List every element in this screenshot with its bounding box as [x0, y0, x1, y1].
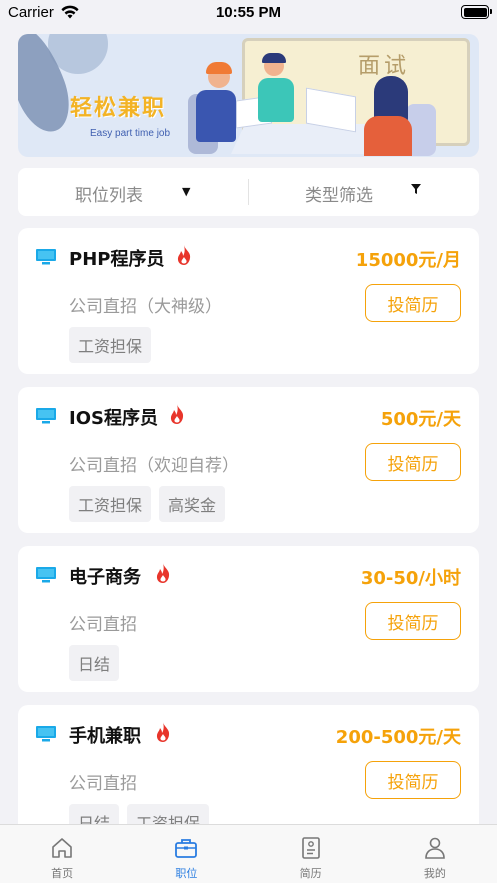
banner-board-title: 面试: [358, 54, 411, 79]
job-company: 公司直招: [69, 774, 137, 794]
banner-brand: 轻松兼职: [70, 96, 167, 121]
flame-icon: [170, 404, 184, 424]
tab-jobs[interactable]: 职位: [124, 825, 248, 883]
triangle-down-icon: ▼: [182, 185, 191, 198]
tab-label: 简历: [299, 867, 322, 880]
person-illustration: [364, 116, 412, 156]
job-company: 公司直招: [69, 615, 137, 635]
job-tags: 工资担保 高奖金: [69, 486, 226, 522]
tab-bar: 首页 职位 简历 我的: [0, 824, 497, 883]
type-filter[interactable]: 类型筛选: [249, 168, 479, 216]
job-salary: 30-50/小时: [360, 568, 461, 589]
tab-resume[interactable]: 简历: [249, 825, 373, 883]
job-tag: 高奖金: [159, 486, 226, 522]
tab-mine[interactable]: 我的: [373, 825, 497, 883]
position-list-filter[interactable]: 职位列表 ▼: [18, 168, 248, 216]
monitor-icon: [36, 249, 56, 265]
monitor-icon: [36, 567, 56, 583]
tab-label: 职位: [175, 867, 198, 880]
apply-resume-button[interactable]: 投简历: [365, 284, 461, 322]
job-tag: 工资担保: [69, 486, 152, 522]
person-illustration: [196, 90, 236, 142]
user-icon: [425, 837, 445, 859]
job-tags: 日结: [69, 645, 120, 681]
home-icon: [52, 838, 72, 858]
status-bar: Carrier 10:55 PM: [0, 0, 497, 26]
job-title: PHP程序员: [69, 249, 165, 270]
funnel-icon: [411, 184, 421, 197]
filter-label: 类型筛选: [305, 186, 373, 206]
apply-resume-button[interactable]: 投简历: [365, 761, 461, 799]
apply-resume-button[interactable]: 投简历: [365, 602, 461, 640]
job-card[interactable]: PHP程序员 15000元/月 公司直招（大神级） 投简历 工资担保: [18, 228, 479, 374]
job-title: IOS程序员: [69, 408, 158, 429]
job-company: 公司直招（欢迎自荐）: [69, 456, 239, 476]
job-tag: 日结: [69, 645, 120, 681]
clock: 10:55 PM: [215, 4, 282, 21]
filter-label: 职位列表: [75, 186, 143, 206]
job-salary: 500元/天: [380, 409, 461, 430]
person-hair: [262, 53, 286, 63]
tab-label: 我的: [423, 867, 446, 880]
filter-bar: 职位列表 ▼ 类型筛选: [18, 168, 479, 216]
resume-icon: [301, 837, 320, 859]
job-salary: 15000元/月: [355, 250, 461, 271]
job-company: 公司直招（大神级）: [69, 297, 222, 317]
job-tag: 工资担保: [69, 327, 152, 363]
job-title: 手机兼职: [69, 726, 141, 747]
job-salary: 200-500元/天: [335, 727, 461, 748]
person-hair: [206, 62, 232, 74]
job-card[interactable]: 电子商务 30-50/小时 公司直招 投简历 日结: [18, 546, 479, 692]
apply-resume-button[interactable]: 投简历: [365, 443, 461, 481]
person-illustration: [258, 78, 294, 122]
promo-banner[interactable]: 面试 轻松兼职 Easy part time job: [18, 34, 479, 157]
monitor-icon: [36, 408, 56, 424]
banner-brand-sub: Easy part time job: [90, 128, 171, 139]
flame-icon: [177, 245, 191, 265]
job-tags: 工资担保: [69, 327, 152, 363]
job-title: 电子商务: [69, 567, 141, 588]
battery-icon: [461, 5, 492, 19]
tab-label: 首页: [51, 867, 74, 880]
monitor-icon: [36, 726, 56, 742]
briefcase-icon: [175, 839, 198, 858]
flame-icon: [156, 722, 170, 742]
flame-icon: [156, 563, 170, 583]
tab-home[interactable]: 首页: [0, 825, 124, 883]
job-card[interactable]: IOS程序员 500元/天 公司直招（欢迎自荐） 投简历 工资担保 高奖金: [18, 387, 479, 533]
